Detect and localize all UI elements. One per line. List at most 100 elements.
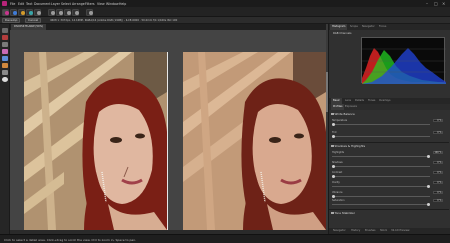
tint-label: Tint	[332, 131, 337, 134]
shadows-value[interactable]: 0 %	[433, 160, 443, 164]
vibrance-slider-knob[interactable]	[332, 194, 335, 198]
menu-help[interactable]: Help	[119, 2, 126, 6]
color-picker-icon[interactable]	[2, 77, 8, 82]
tone-stabilizer-title: Tone Stabilizer	[334, 211, 355, 215]
red-eye-tool-icon[interactable]	[2, 35, 8, 40]
vibrance-slider[interactable]	[332, 194, 430, 198]
status-text: Click to select a detail area. Click+dra…	[4, 237, 137, 242]
overlay-erase-tool-icon[interactable]	[2, 49, 8, 54]
shadows-highlights-title: Shadows & Highlights	[334, 144, 366, 148]
tone-stabilizer-checkbox[interactable]	[331, 211, 334, 215]
tab-histogram[interactable]: Histogram	[330, 24, 348, 30]
tint-value[interactable]: 0 %	[433, 130, 443, 134]
temperature-slider-knob[interactable]	[332, 122, 335, 126]
menu-view[interactable]: View	[97, 2, 105, 6]
tone-mapping-persona-icon[interactable]	[26, 8, 33, 16]
tint-slider[interactable]	[332, 134, 430, 138]
portrait-before-image	[24, 52, 167, 230]
section-divider	[329, 209, 449, 210]
menu-filters[interactable]: Filters	[85, 2, 95, 6]
menu-bar: File Edit Text Document Layer Select Arr…	[0, 0, 450, 7]
menu-file[interactable]: File	[10, 2, 15, 6]
histogram-graph	[362, 48, 446, 84]
clarity-value[interactable]: 0 %	[433, 180, 443, 184]
highlights-slider[interactable]	[332, 154, 430, 158]
liquify-persona-icon[interactable]	[10, 8, 17, 16]
overlay-paint-tool-icon[interactable]	[2, 42, 8, 47]
menu-edit[interactable]: Edit	[18, 2, 24, 6]
tab-exposure[interactable]: Exposure	[343, 104, 359, 110]
status-bar: Click to select a detail area. Click+dra…	[0, 234, 450, 243]
panel-top-tabs: Histogram Scope Navigator Focus	[329, 24, 450, 30]
maximize-icon[interactable]: □	[434, 1, 438, 6]
affinity-logo-icon	[2, 1, 7, 6]
mirror-view-icon[interactable]	[72, 8, 79, 16]
contrast-slider[interactable]	[332, 174, 430, 178]
assistant-icon[interactable]	[86, 8, 93, 16]
cancel-button[interactable]: Cancel	[25, 18, 42, 23]
white-balance-checkbox[interactable]	[331, 112, 334, 116]
photo-persona-icon[interactable]	[2, 8, 9, 16]
menu-document[interactable]: Document	[34, 2, 51, 6]
shadows-highlights-checkbox[interactable]	[331, 144, 334, 148]
white-balance-section[interactable]: White Balance	[331, 112, 355, 117]
develop-persona-icon[interactable]	[18, 8, 25, 16]
portrait-after-image	[183, 52, 326, 230]
clarity-slider-knob[interactable]	[427, 184, 430, 188]
develop-subtabs: Profiles Exposure	[329, 104, 450, 110]
temperature-value[interactable]: 0 %	[433, 118, 443, 122]
white-balance-title: White Balance	[334, 112, 355, 116]
document-info: 4608 × 3072px, 14.16MP, RGBA/16 (Adobe R…	[50, 19, 178, 22]
vibrance-value[interactable]: 0 %	[433, 190, 443, 194]
export-persona-icon[interactable]	[34, 8, 41, 16]
shadows-highlights-section[interactable]: Shadows & Highlights	[331, 144, 365, 149]
histogram-channel-select[interactable]: RGB Channels	[333, 32, 351, 35]
split-view-divider[interactable]	[167, 52, 168, 230]
highlights-label: Highlights	[332, 151, 345, 154]
context-toolbar: Develop Cancel 4608 × 3072px, 14.16MP, R…	[0, 17, 450, 24]
tab-focus[interactable]: Focus	[377, 24, 388, 30]
tab-navigator[interactable]: Navigator	[360, 24, 377, 30]
highlights-slider-knob[interactable]	[427, 154, 430, 158]
view-tool-icon[interactable]	[2, 28, 8, 33]
contrast-value[interactable]: 0 %	[433, 170, 443, 174]
menu-select[interactable]: Select	[61, 2, 71, 6]
clarity-slider[interactable]	[332, 184, 430, 188]
menu-layer[interactable]: Layer	[51, 2, 60, 6]
histogram	[361, 37, 446, 84]
saturation-slider-knob[interactable]	[427, 202, 430, 206]
highlights-value[interactable]: 100 %	[433, 150, 443, 154]
split-view-icon[interactable]	[64, 8, 71, 16]
menu-text[interactable]: Text	[26, 2, 32, 6]
overlay-gradient-tool-icon[interactable]	[2, 56, 8, 61]
persona-toolbar	[0, 7, 450, 17]
contrast-label: Contrast	[332, 171, 343, 174]
temperature-label: Temperature	[332, 119, 348, 122]
zoom-tool-icon[interactable]	[56, 8, 63, 16]
menu-window[interactable]: Window	[106, 2, 119, 6]
saturation-slider[interactable]	[332, 202, 430, 206]
blemish-removal-tool-icon[interactable]	[2, 63, 8, 68]
tab-scope[interactable]: Scope	[348, 24, 360, 30]
shadows-label: Shadows	[332, 161, 343, 164]
section-divider	[329, 142, 449, 143]
photo-after[interactable]	[183, 52, 326, 230]
shadows-slider[interactable]	[332, 164, 430, 168]
develop-button[interactable]: Develop	[2, 18, 21, 23]
saturation-value[interactable]: 0 %	[433, 198, 443, 202]
vibrance-label: Vibrance	[332, 191, 343, 194]
tone-stabilizer-section[interactable]: Tone Stabilizer	[331, 211, 355, 216]
close-icon[interactable]: ×	[442, 1, 445, 6]
minimize-icon[interactable]: –	[426, 1, 428, 6]
tools-panel	[0, 24, 10, 234]
saturation-label: Saturation	[332, 199, 345, 202]
photo-before[interactable]	[24, 52, 167, 230]
tint-slider-knob[interactable]	[332, 134, 335, 138]
clarity-label: Clarity	[332, 181, 340, 184]
shadows-slider-knob[interactable]	[332, 164, 335, 168]
white-balance-tool-icon[interactable]	[2, 70, 8, 75]
menu-arrange[interactable]: Arrange	[72, 2, 85, 6]
contrast-slider-knob[interactable]	[332, 174, 335, 178]
view-tool-icon[interactable]	[48, 8, 55, 16]
temperature-slider[interactable]	[332, 122, 430, 126]
